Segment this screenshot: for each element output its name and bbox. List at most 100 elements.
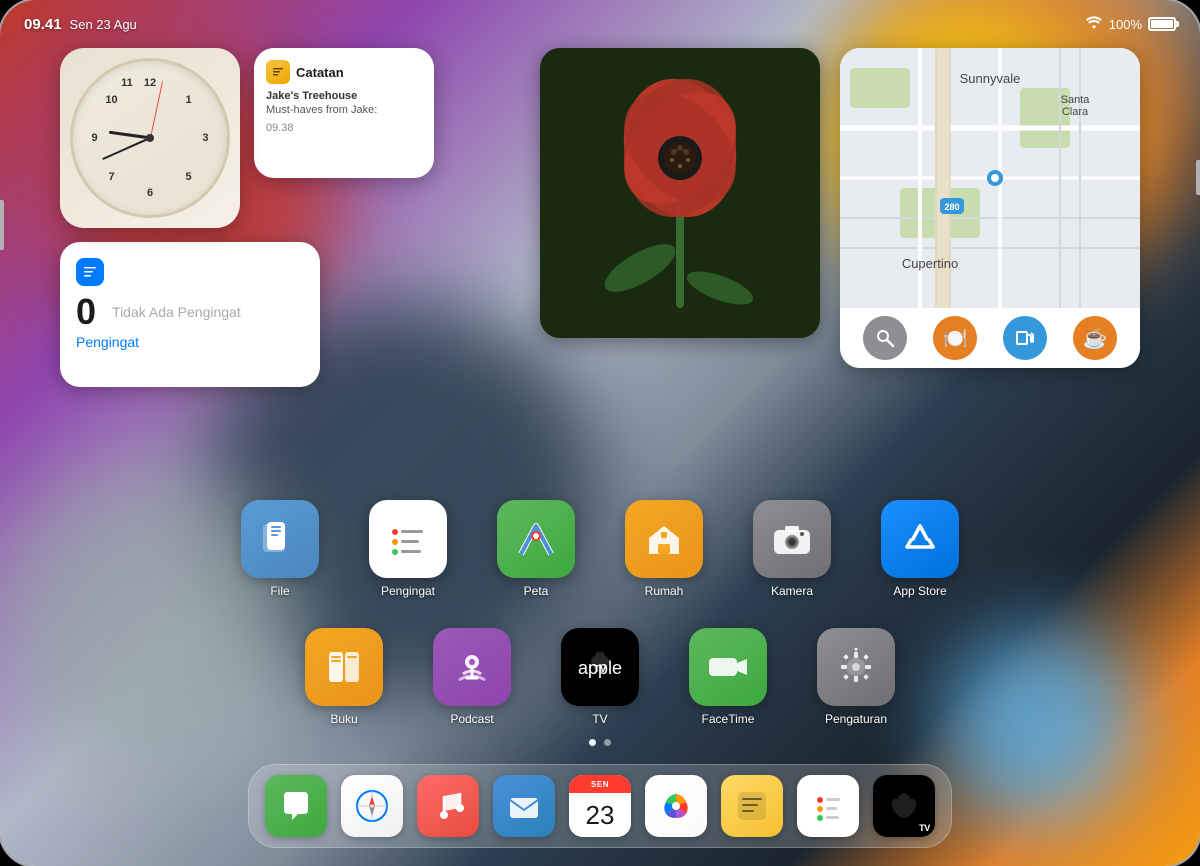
- reminders-count: 0: [76, 294, 96, 330]
- app-files[interactable]: File: [241, 500, 319, 598]
- map-gas-button[interactable]: [1003, 316, 1047, 360]
- maps-label: Peta: [524, 584, 549, 598]
- facetime-label: FaceTime: [702, 712, 755, 726]
- notes-dock-icon: [721, 775, 783, 837]
- tv-dock-icon: TV: [873, 775, 935, 837]
- status-time: 09.41: [24, 16, 62, 33]
- clock-minute-hand: [102, 137, 150, 160]
- power-button[interactable]: [1196, 160, 1200, 195]
- svg-text:280: 280: [944, 202, 959, 212]
- svg-text:Sunnyvale: Sunnyvale: [960, 71, 1021, 86]
- reminders-app-icon: [369, 500, 447, 578]
- mail-dock-icon: [493, 775, 555, 837]
- map-search-button[interactable]: [863, 316, 907, 360]
- photos-dock-icon: [645, 775, 707, 837]
- app-appstore[interactable]: App Store: [881, 500, 959, 598]
- app-reminders[interactable]: Pengingat: [369, 500, 447, 598]
- volume-button[interactable]: [0, 200, 4, 250]
- app-grid: File Pengingat: [0, 500, 1200, 726]
- messages-dock-icon: [265, 775, 327, 837]
- reminders-dock-icon: [797, 775, 859, 837]
- clock-second-hand: [150, 81, 163, 138]
- clock-3: 3: [202, 132, 208, 144]
- appstore-icon: [881, 500, 959, 578]
- app-facetime[interactable]: FaceTime: [689, 628, 767, 726]
- widgets-left-column: 12 1 3 5 6 7 9 10 11: [60, 48, 520, 387]
- battery-fill: [1151, 20, 1173, 28]
- reminders-app-label: Pengingat: [381, 584, 435, 598]
- settings-icon: [817, 628, 895, 706]
- files-label: File: [270, 584, 289, 598]
- dock-messages[interactable]: [265, 775, 327, 837]
- map-actions: 🍽️ ☕: [840, 308, 1140, 368]
- status-date: Sen 23 Agu: [70, 17, 137, 32]
- app-maps[interactable]: Peta: [497, 500, 575, 598]
- clock-hour-hand: [108, 131, 150, 140]
- status-right: 100%: [1085, 15, 1176, 33]
- status-bar: 09.41 Sen 23 Agu 100%: [0, 0, 1200, 40]
- photo-widget[interactable]: [540, 48, 820, 338]
- svg-text:Santa: Santa: [1061, 94, 1091, 106]
- dock-reminders[interactable]: [797, 775, 859, 837]
- widgets-area: 12 1 3 5 6 7 9 10 11: [60, 48, 1140, 387]
- clock-7: 7: [108, 171, 114, 183]
- ipad-frame: 09.41 Sen 23 Agu 100% 12 1: [0, 0, 1200, 866]
- calendar-dock-icon: SEN 23: [569, 775, 631, 837]
- maps-widget[interactable]: 280 Sunnyvale Santa Clara Cupertino 🍽️: [840, 48, 1140, 368]
- app-camera[interactable]: Kamera: [753, 500, 831, 598]
- facetime-icon: [689, 628, 767, 706]
- podcast-label: Podcast: [450, 712, 493, 726]
- dock-mail[interactable]: [493, 775, 555, 837]
- photo-background: [540, 48, 820, 338]
- clock-6: 6: [147, 187, 153, 199]
- clock-center: [146, 134, 154, 142]
- page-dot-2[interactable]: [604, 739, 611, 746]
- dock-tv[interactable]: TV: [873, 775, 935, 837]
- notes-icon: [266, 60, 290, 84]
- notes-note-body: Must-haves from Jake:: [266, 104, 422, 116]
- maps-icon: [497, 500, 575, 578]
- books-icon: [305, 628, 383, 706]
- clock-10: 10: [105, 94, 117, 106]
- clock-widget[interactable]: 12 1 3 5 6 7 9 10 11: [60, 48, 240, 228]
- app-tv[interactable]: apple TV TV: [561, 628, 639, 726]
- reminders-icon: [76, 258, 104, 286]
- books-label: Buku: [330, 712, 357, 726]
- notes-widget[interactable]: Catatan Jake's Treehouse Must-haves from…: [254, 48, 434, 178]
- map-food-button[interactable]: 🍽️: [933, 316, 977, 360]
- clock-9: 9: [91, 132, 97, 144]
- map-background: 280 Sunnyvale Santa Clara Cupertino: [840, 48, 1140, 308]
- app-podcast[interactable]: Podcast: [433, 628, 511, 726]
- tv-icon: apple TV: [561, 628, 639, 706]
- notes-header: Catatan: [266, 60, 422, 84]
- dock-photos[interactable]: [645, 775, 707, 837]
- calendar-date: 23: [586, 800, 615, 831]
- dock: SEN 23: [248, 764, 952, 848]
- notes-widget-title: Catatan: [296, 65, 344, 80]
- dock-music[interactable]: [417, 775, 479, 837]
- app-settings[interactable]: Pengaturan: [817, 628, 895, 726]
- battery-percentage: 100%: [1109, 17, 1142, 32]
- reminders-label: Pengingat: [76, 334, 304, 350]
- dock-safari[interactable]: [341, 775, 403, 837]
- dock-calendar[interactable]: SEN 23: [569, 775, 631, 837]
- music-dock-icon: [417, 775, 479, 837]
- clock-1: 1: [185, 94, 191, 106]
- podcast-icon: [433, 628, 511, 706]
- map-cafe-button[interactable]: ☕: [1073, 316, 1117, 360]
- tv-label: TV: [592, 712, 607, 726]
- safari-dock-icon: [341, 775, 403, 837]
- svg-text:Clara: Clara: [1062, 106, 1089, 118]
- notes-note-time: 09.38: [266, 122, 422, 134]
- home-label: Rumah: [645, 584, 684, 598]
- clock-12: 12: [144, 77, 156, 89]
- svg-text:Cupertino: Cupertino: [902, 256, 958, 271]
- app-books[interactable]: Buku: [305, 628, 383, 726]
- reminders-header: [76, 258, 304, 286]
- app-home[interactable]: Rumah: [625, 500, 703, 598]
- dock-notes[interactable]: [721, 775, 783, 837]
- reminders-widget[interactable]: 0 Tidak Ada Pengingat Pengingat: [60, 242, 320, 387]
- home-icon: [625, 500, 703, 578]
- page-dot-1[interactable]: [589, 739, 596, 746]
- page-indicator: [0, 739, 1200, 746]
